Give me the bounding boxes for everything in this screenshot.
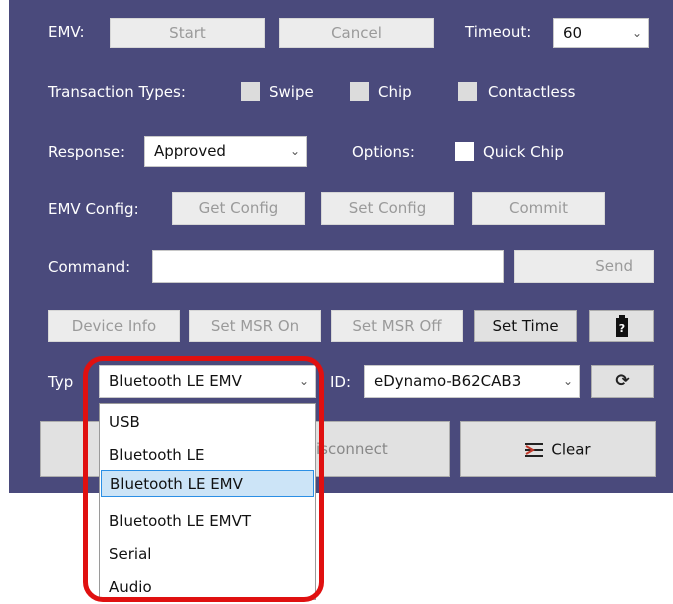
battery-icon: ? [615,315,628,337]
cancel-button[interactable]: Cancel [279,18,434,48]
svg-text:?: ? [618,322,624,335]
options-label: Options: [352,143,415,161]
quick-chip-checkbox[interactable] [455,142,474,161]
highlight-annotation [83,356,324,602]
contactless-label: Contactless [488,83,576,101]
set-time-button[interactable]: Set Time [474,310,577,342]
response-select[interactable]: Approved ⌄ [144,136,307,167]
swipe-label: Swipe [269,83,314,101]
chevron-down-icon: ⌄ [562,374,573,388]
battery-button[interactable]: ? [589,310,654,342]
chip-label: Chip [378,83,412,101]
chevron-down-icon: ⌄ [631,26,642,40]
send-button[interactable]: Send [514,250,654,283]
device-value: eDynamo-B62CAB3 [374,372,522,390]
command-label: Command: [48,258,131,276]
type-label: Typ [48,373,74,391]
response-label: Response: [48,143,126,161]
transaction-types-label: Transaction Types: [48,83,186,101]
device-select[interactable]: eDynamo-B62CAB3 ⌄ [364,365,580,398]
get-config-button[interactable]: Get Config [172,192,305,225]
id-label: ID: [330,373,352,391]
device-info-button[interactable]: Device Info [48,310,180,342]
set-msr-on-button[interactable]: Set MSR On [189,310,321,342]
emv-label: EMV: [48,23,85,41]
timeout-label: Timeout: [465,23,532,41]
disconnect-label: isconnect [316,440,388,458]
timeout-select[interactable]: 60 ⌄ [553,18,649,48]
clear-list-icon [525,442,544,457]
set-msr-off-button[interactable]: Set MSR Off [331,310,463,342]
emv-config-label: EMV Config: [48,200,139,218]
set-config-button[interactable]: Set Config [321,192,454,225]
commit-button[interactable]: Commit [472,192,605,225]
chevron-down-icon: ⌄ [289,144,300,158]
quick-chip-label: Quick Chip [483,143,564,161]
refresh-icon: ⟳ [615,371,630,391]
chip-checkbox[interactable] [350,82,369,101]
timeout-value: 60 [563,24,583,42]
clear-button[interactable]: Clear [460,421,656,477]
start-button[interactable]: Start [110,18,265,48]
clear-label: Clear [551,440,591,459]
swipe-checkbox[interactable] [241,82,260,101]
contactless-checkbox[interactable] [458,82,477,101]
refresh-button[interactable]: ⟳ [591,365,654,398]
response-value: Approved [154,142,226,160]
command-input[interactable] [152,250,504,283]
disconnect-button[interactable]: isconnect [315,421,450,477]
